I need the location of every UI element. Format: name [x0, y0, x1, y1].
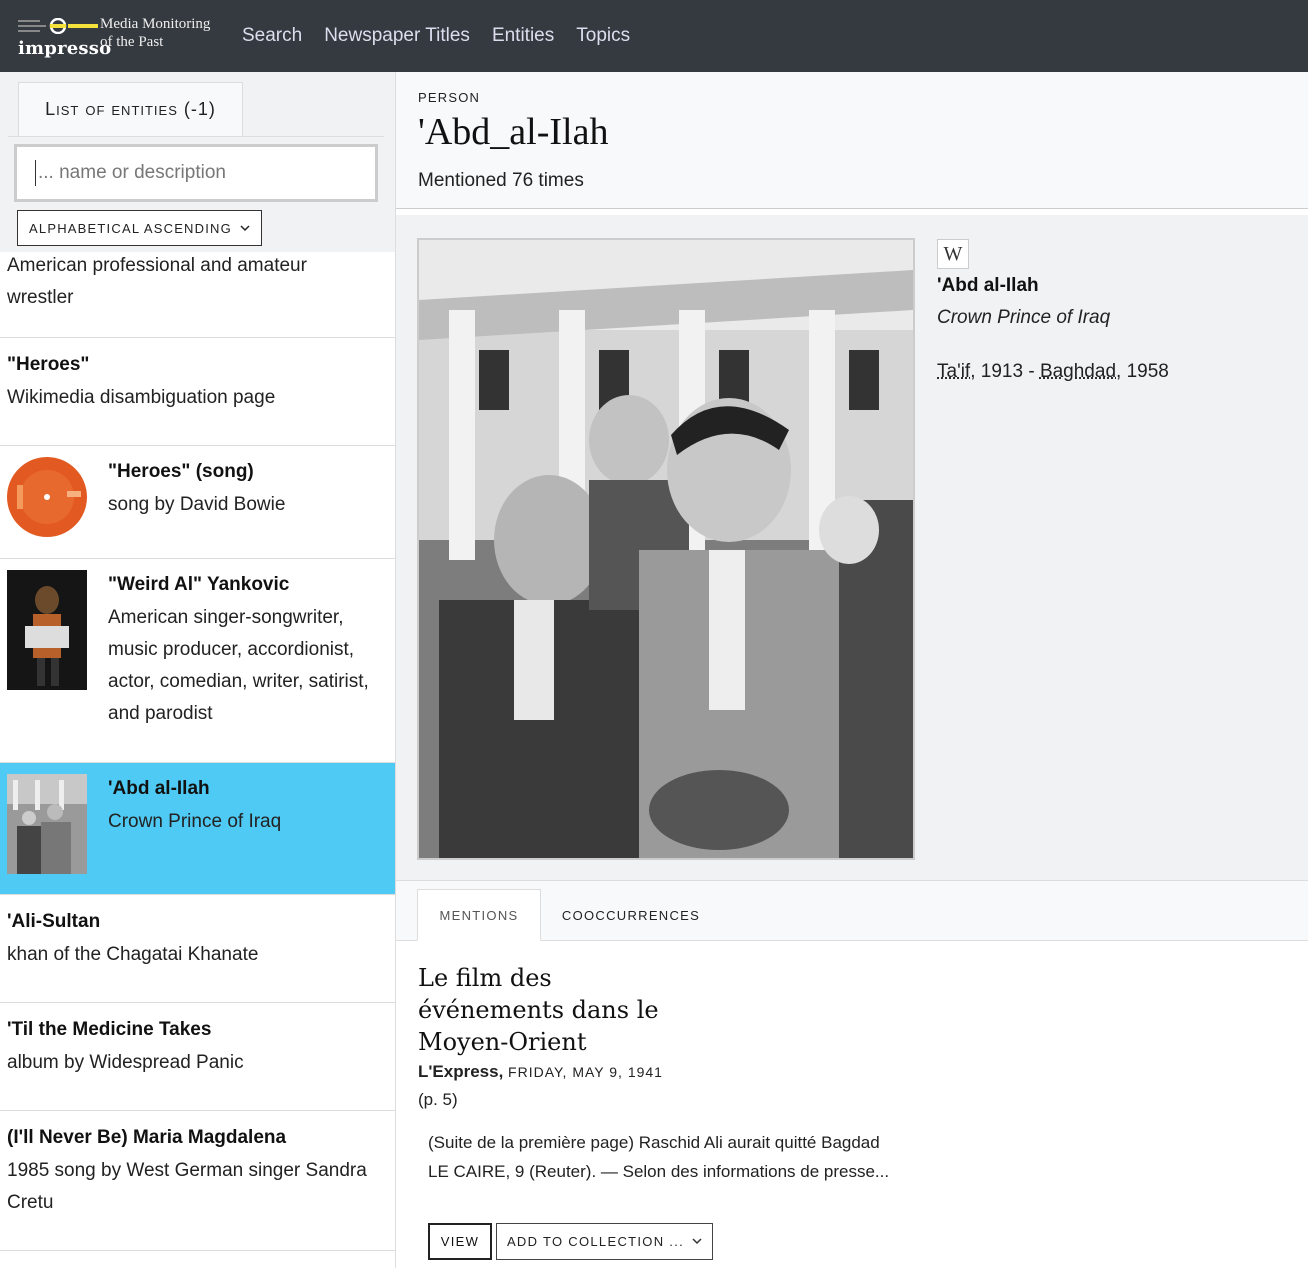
tab-mentions[interactable]: MENTIONS: [417, 889, 541, 941]
record-label-thumbnail: [7, 457, 87, 537]
entity-description: song by David Bowie: [108, 494, 286, 515]
list-item[interactable]: 'Ali-Sultan khan of the Chagatai Khanate: [0, 895, 395, 1003]
entity-name: 'Abd al-Ilah: [108, 778, 210, 799]
list-item[interactable]: 'Til the Medicine Takes album by Widespr…: [0, 1003, 395, 1111]
view-button[interactable]: VIEW: [428, 1223, 492, 1260]
life-span: Ta'if, 1913 - Baghdad, 1958: [937, 361, 1169, 382]
entity-description: khan of the Chagatai Khanate: [7, 944, 259, 965]
wiki-entity-name: 'Abd al-Ilah: [937, 275, 1039, 296]
entity-description: Crown Prince of Iraq: [108, 811, 282, 832]
tab-list-of-entities[interactable]: List of entities (-1): [18, 82, 243, 136]
entity-sidebar: List of entities (-1) ... name or descri…: [0, 72, 396, 1268]
death-place[interactable]: Baghdad: [1040, 361, 1116, 382]
brand-word: impresso: [18, 38, 112, 59]
list-item[interactable]: "Weird Al" Yankovic American singer-song…: [0, 559, 395, 763]
article-excerpt: (Suite de la première page) Raschid Ali …: [428, 1133, 890, 1181]
add-to-collection-button[interactable]: ADD TO COLLECTION ...: [496, 1223, 713, 1260]
nav-topics[interactable]: Topics: [576, 25, 630, 47]
search-placeholder: ... name or description: [38, 162, 226, 183]
entity-type: PERSON: [418, 90, 481, 105]
entity-name: 'Til the Medicine Takes: [7, 1019, 212, 1040]
page-title: 'Abd_al-Ilah: [418, 111, 609, 153]
magnifier-logo-icon: [18, 18, 98, 34]
article-meta: L'Express, FRIDAY, MAY 9, 1941: [418, 1062, 898, 1082]
brand-tagline-2: of the Past: [100, 34, 164, 50]
entity-header: PERSON 'Abd_al-Ilah Mentioned 76 times: [396, 72, 1308, 209]
entity-name: "Weird Al" Yankovic: [108, 574, 290, 595]
brand-tagline-1: Media Monitoring: [100, 16, 211, 32]
entity-search-input[interactable]: ... name or description: [14, 144, 378, 202]
entity-detail: PERSON 'Abd_al-Ilah Mentioned 76 times W…: [396, 72, 1308, 1268]
birth-place[interactable]: Ta'if: [937, 361, 970, 382]
chevron-down-icon: [692, 1238, 702, 1245]
tab-cooccurrences[interactable]: COOCCURRENCES: [556, 889, 706, 941]
entity-description: American professional and amateur wrestl…: [7, 255, 307, 308]
nav-newspaper-titles[interactable]: Newspaper Titles: [324, 25, 470, 47]
article-date: FRIDAY, MAY 9, 1941: [508, 1064, 663, 1080]
mention-count: Mentioned 76 times: [418, 170, 584, 191]
entity-name: "Heroes" (song): [108, 461, 254, 482]
birth-year: 1913: [980, 361, 1024, 382]
text-cursor: [35, 160, 36, 186]
wikidata-icon[interactable]: W: [937, 239, 969, 269]
top-navbar: impresso Media Monitoring of the Past Se…: [0, 0, 1308, 72]
list-item[interactable]: "Heroes" (song) song by David Bowie: [0, 446, 395, 559]
entity-name: (I'll Never Be) Maria Magdalena: [7, 1127, 287, 1148]
entity-photo: [417, 238, 915, 860]
newspaper-name[interactable]: L'Express,: [418, 1062, 503, 1081]
nav-search[interactable]: Search: [242, 25, 302, 47]
portrait-thumbnail: [7, 774, 87, 874]
sidebar-header: List of entities (-1) ... name or descri…: [0, 72, 395, 260]
add-to-collection-label: ADD TO COLLECTION ...: [506, 1234, 685, 1249]
death-year: 1958: [1126, 361, 1169, 382]
entity-name: 'Ali-Sultan: [7, 911, 101, 932]
article-page: (p. 5): [418, 1090, 458, 1109]
detail-tabs: MENTIONS COOCCURRENCES: [396, 881, 1308, 941]
brand-logo[interactable]: impresso Media Monitoring of the Past: [14, 12, 224, 59]
chevron-down-icon: [240, 224, 250, 231]
portrait-photo-graphic: [419, 240, 913, 858]
list-item[interactable]: (I'll Never Be) Maria Magdalena 1985 son…: [0, 1111, 395, 1251]
entity-list: American professional and amateur wrestl…: [0, 252, 395, 1251]
entity-description: American singer-songwriter, music produc…: [108, 607, 369, 724]
list-item-active[interactable]: 'Abd al-Ilah Crown Prince of Iraq: [0, 763, 395, 895]
list-item[interactable]: American professional and amateur wrestl…: [0, 252, 395, 338]
list-item[interactable]: "Heroes" Wikimedia disambiguation page: [0, 338, 395, 446]
entity-description: album by Widespread Panic: [7, 1052, 244, 1073]
tab-divider: [8, 136, 384, 137]
entity-description: Wikimedia disambiguation page: [7, 387, 276, 408]
performer-thumbnail: [7, 570, 87, 690]
article-title[interactable]: Le film des événements dans le Moyen-Ori…: [418, 962, 678, 1058]
mention-article: Le film des événements dans le Moyen-Ori…: [418, 962, 898, 1110]
nav-entities[interactable]: Entities: [492, 25, 554, 47]
wiki-entity-description: Crown Prince of Iraq: [937, 307, 1111, 328]
entity-info-panel: W 'Abd al-Ilah Crown Prince of Iraq Ta'i…: [396, 215, 1308, 881]
entity-name: "Heroes": [7, 354, 90, 375]
sort-dropdown[interactable]: ALPHABETICAL ASCENDING: [17, 210, 262, 246]
sort-label: ALPHABETICAL ASCENDING: [29, 220, 232, 236]
entity-description: 1985 song by West German singer Sandra C…: [7, 1160, 367, 1213]
